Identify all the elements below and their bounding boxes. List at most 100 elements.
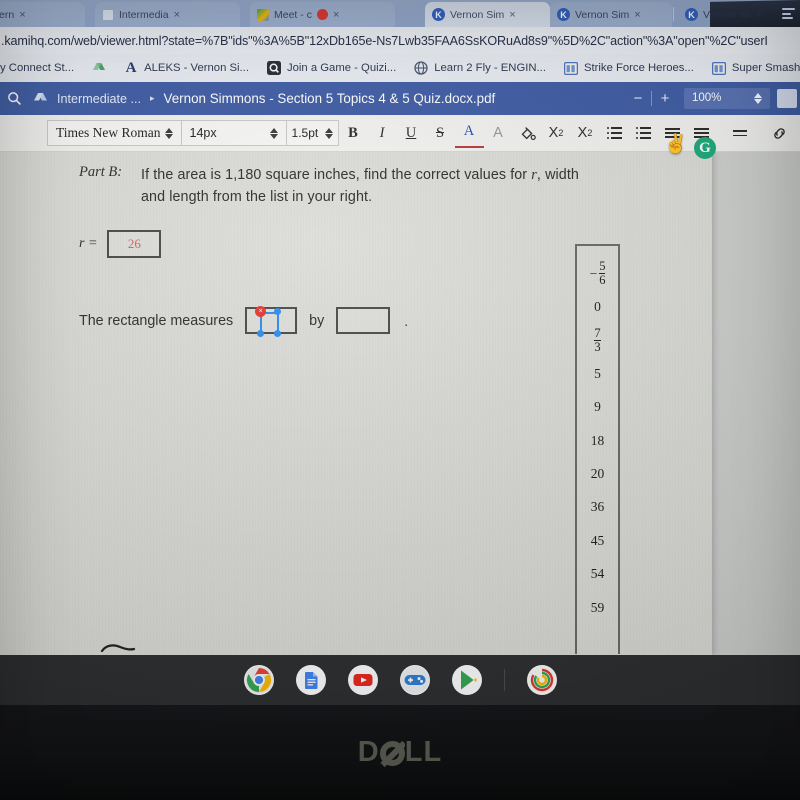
bookmarks-bar: y Connect St... A ALEKS - Vernon Si... J… bbox=[0, 54, 800, 82]
bookmark-label: y Connect St... bbox=[0, 62, 75, 74]
stepper-icon[interactable] bbox=[164, 127, 173, 139]
bookmark-quizizz[interactable]: Join a Game - Quizi... bbox=[258, 61, 405, 75]
superscript-index: 2 bbox=[587, 128, 593, 138]
choice-item[interactable]: 54 bbox=[577, 558, 618, 591]
browser-tab-kami-2[interactable]: K Vernon Sim × bbox=[550, 2, 672, 27]
close-icon[interactable]: × bbox=[333, 9, 339, 21]
document-viewport[interactable]: Part B: If the area is 1,180 square inch… bbox=[0, 152, 800, 655]
close-icon[interactable]: × bbox=[19, 9, 25, 21]
fraction-denominator: 3 bbox=[594, 339, 601, 354]
close-icon[interactable]: × bbox=[509, 9, 515, 21]
line-spacing-select[interactable]: 1.5pt bbox=[286, 120, 339, 146]
google-docs-icon[interactable] bbox=[295, 665, 326, 695]
browser-tab-kami-3[interactable]: K Vernon Sim × bbox=[678, 2, 788, 27]
meet-icon bbox=[257, 8, 269, 21]
bookmark-drive[interactable] bbox=[83, 61, 115, 75]
fraction-neg-five-sixths: − 5 6 bbox=[590, 260, 606, 287]
choice-item[interactable]: 7 3 bbox=[577, 324, 618, 357]
zoom-level-select[interactable]: 100% bbox=[684, 87, 770, 109]
stepper-icon[interactable] bbox=[269, 127, 278, 139]
subscript-button[interactable]: X2 bbox=[542, 118, 571, 148]
font-size-select[interactable]: 14px bbox=[181, 120, 287, 146]
close-icon[interactable]: × bbox=[634, 9, 640, 21]
subscript-index: 2 bbox=[558, 128, 564, 138]
bold-button[interactable]: B bbox=[339, 118, 368, 148]
browser-tab-intermediate[interactable]: Intermedia × bbox=[95, 2, 240, 27]
search-icon[interactable] bbox=[7, 91, 24, 106]
annotation-handle-top-right[interactable] bbox=[274, 308, 282, 315]
width-answer-box[interactable]: × bbox=[245, 306, 298, 337]
choice-item[interactable]: 5 bbox=[577, 357, 618, 390]
breadcrumb-folder[interactable]: Intermediate ... bbox=[57, 92, 141, 106]
drive-icon[interactable] bbox=[33, 92, 48, 106]
length-answer-box[interactable] bbox=[336, 307, 391, 334]
chrome-icon[interactable] bbox=[243, 665, 274, 695]
window-icon bbox=[563, 61, 578, 75]
choice-item[interactable]: 18 bbox=[577, 424, 618, 457]
link-icon[interactable] bbox=[765, 118, 794, 148]
annotation-handle-bottom-right[interactable] bbox=[274, 330, 282, 337]
fitness-rings-icon[interactable] bbox=[526, 665, 557, 695]
annotation-handle-bottom-left[interactable] bbox=[257, 330, 265, 337]
superscript-button[interactable]: X2 bbox=[571, 118, 600, 148]
kami-app-header: Intermediate ... ▸ Vernon Simmons - Sect… bbox=[0, 82, 800, 115]
bookmark-strikeforce[interactable]: Strike Force Heroes... bbox=[555, 61, 703, 75]
drive-icon bbox=[102, 8, 114, 21]
choice-item[interactable]: 59 bbox=[577, 591, 618, 624]
r-answer-box[interactable]: 26 bbox=[107, 230, 162, 258]
dell-logo: D LL bbox=[358, 736, 442, 769]
choice-item[interactable]: 20 bbox=[577, 457, 618, 490]
bulleted-list-icon[interactable] bbox=[629, 118, 658, 148]
highlight-text-button[interactable]: A bbox=[484, 118, 513, 148]
browser-tab-meet[interactable]: Meet - c × bbox=[250, 2, 395, 27]
bookmark-label: Learn 2 Fly - ENGIN... bbox=[434, 62, 546, 74]
close-icon[interactable]: × bbox=[174, 9, 180, 21]
tab-label: Vernon Sim bbox=[703, 8, 751, 21]
answer-choices-panel: − 5 6 0 7 3 5 9 18 20 36 45 54 59 bbox=[575, 244, 620, 654]
bookmark-label: Super Smash Fla bbox=[731, 62, 800, 74]
page-margin-area bbox=[712, 152, 800, 655]
game-controller-icon[interactable] bbox=[399, 665, 430, 695]
browser-tab-strip: Mail - Vern × Intermedia × Meet - c × K … bbox=[0, 0, 800, 27]
hamburger-menu-icon[interactable] bbox=[781, 6, 796, 21]
url-text[interactable]: .kamihq.com/web/viewer.html?state=%7B"id… bbox=[0, 34, 768, 48]
browser-tab-mail[interactable]: Mail - Vern × bbox=[0, 2, 85, 27]
annotation-delete-button[interactable]: × bbox=[255, 306, 267, 317]
zoom-out-button[interactable]: − bbox=[625, 87, 651, 109]
browser-tab-kami-active[interactable]: K Vernon Sim × bbox=[425, 2, 550, 27]
numbered-list-icon[interactable] bbox=[600, 118, 629, 148]
italic-button[interactable]: I bbox=[368, 118, 397, 148]
shelf-divider bbox=[503, 669, 505, 691]
text-color-button[interactable]: A bbox=[454, 118, 484, 148]
paint-bucket-icon[interactable] bbox=[513, 118, 542, 148]
bookmark-connect[interactable]: y Connect St... bbox=[0, 62, 83, 74]
bookmark-aleks[interactable]: A ALEKS - Vernon Si... bbox=[115, 60, 258, 76]
choice-item[interactable]: 36 bbox=[577, 491, 618, 524]
youtube-icon[interactable] bbox=[347, 665, 378, 695]
align-icon[interactable] bbox=[726, 118, 755, 148]
font-family-select[interactable]: Times New Roman bbox=[47, 120, 182, 146]
dell-logo-d: D bbox=[357, 736, 380, 768]
zoom-in-button[interactable]: + bbox=[652, 87, 678, 109]
close-icon[interactable]: × bbox=[756, 9, 762, 21]
bookmark-smashflash[interactable]: Super Smash Fla bbox=[703, 61, 800, 75]
play-store-icon[interactable] bbox=[451, 665, 482, 695]
stepper-icon[interactable] bbox=[754, 92, 762, 104]
choice-item[interactable]: 0 bbox=[577, 290, 618, 323]
omnibox-row[interactable]: .kamihq.com/web/viewer.html?state=%7B"id… bbox=[0, 27, 800, 54]
window-icon bbox=[711, 61, 726, 75]
bookmark-learn2fly[interactable]: Learn 2 Fly - ENGIN... bbox=[405, 61, 555, 75]
tab-label: Intermedia bbox=[119, 8, 169, 21]
pdf-page[interactable]: Part B: If the area is 1,180 square inch… bbox=[0, 152, 712, 655]
choice-item[interactable]: 45 bbox=[577, 524, 618, 557]
tab-label: Meet - c bbox=[274, 8, 312, 21]
side-panel-icon[interactable] bbox=[777, 89, 797, 108]
r-answer-value: 26 bbox=[127, 236, 141, 251]
grammarly-badge-icon[interactable]: G bbox=[694, 137, 716, 159]
stepper-icon[interactable] bbox=[324, 127, 333, 139]
underline-button[interactable]: U bbox=[397, 118, 426, 148]
choice-item[interactable]: 9 bbox=[577, 391, 618, 424]
choice-item[interactable]: − 5 6 bbox=[577, 257, 618, 290]
part-label: Part B: bbox=[79, 164, 123, 180]
strikethrough-button[interactable]: S bbox=[426, 118, 455, 148]
